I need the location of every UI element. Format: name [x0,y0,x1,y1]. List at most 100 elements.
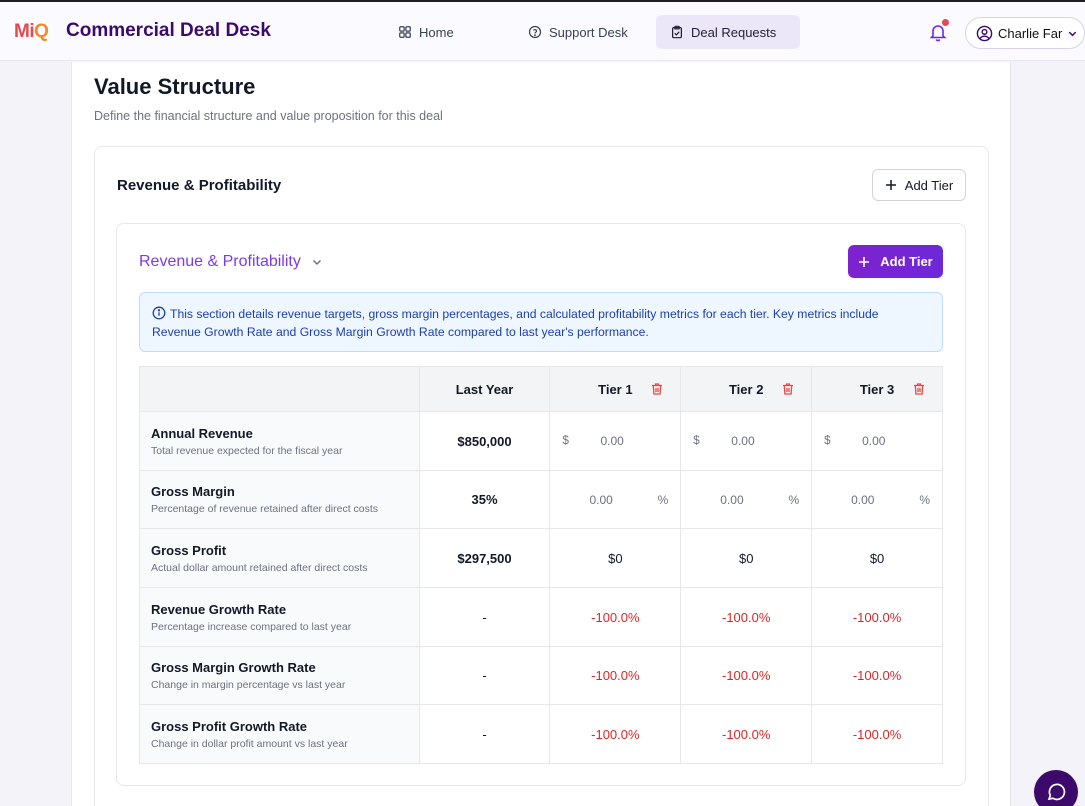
header-tier-3: Tier 3 [811,366,943,412]
row-description: Actual dollar amount retained after dire… [151,561,368,574]
nav-home[interactable]: Home [384,15,468,49]
trash-icon[interactable] [650,382,664,396]
input-value: 0.00 [731,434,755,448]
user-circle-icon [976,25,993,41]
tier-3-value: $0 [811,528,943,588]
header-tier-2-label: Tier 2 [728,381,764,397]
user-menu-button[interactable]: Charlie Far [965,17,1085,49]
last-year-value: - [418,587,551,647]
nav-support-desk[interactable]: Support Desk [514,15,642,49]
percent-symbol: % [788,492,800,507]
table-row-gross-margin: Gross Margin Percentage of revenue retain… [139,470,943,529]
top-bar: MiQ Commercial Deal Desk Home Support De… [0,0,1085,61]
grid-icon [399,26,411,38]
table-row-annual-revenue: Annual Revenue Total revenue expected for… [139,411,943,471]
header-blank [139,366,420,412]
chevron-down-icon [1069,31,1077,36]
table-row-profit-growth: Gross Profit Growth Rate Change in dollar… [139,704,943,764]
row-description: Change in margin percentage vs last year [151,679,346,691]
app-title: Commercial Deal Desk [66,20,271,41]
input-value: 0.00 [589,492,613,507]
tier-2-value: -100.0% [680,587,813,647]
nav-deal-requests-label: Deal Requests [691,24,777,40]
row-title: Gross Profit Growth Rate [151,718,308,734]
table-header-row: Last Year Tier 1 Tier 2 Tier 3 [139,366,943,412]
row-title: Annual Revenue [151,425,253,441]
table-row-margin-growth: Gross Margin Growth Rate Change in margin… [139,646,943,705]
page-subtitle: Define the financial structure and value… [94,109,443,123]
chat-bubble-icon [1047,783,1066,801]
input-value: 0.00 [600,434,624,448]
value-table: Last Year Tier 1 Tier 2 Tier 3 Annual Re… [139,366,943,764]
row-title: Revenue Growth Rate [151,601,287,617]
row-title: Gross Profit [151,542,227,558]
section-title: Revenue & Profitability [117,177,282,194]
add-tier-button[interactable]: Add Tier [872,169,966,201]
header-last-year: Last Year [418,366,551,412]
miq-logo[interactable]: MiQ [14,21,49,43]
trash-icon[interactable] [781,382,795,396]
tier-1-value: -100.0% [549,704,682,764]
currency-symbol: $ [693,435,700,447]
header-last-year-label: Last Year [455,381,514,397]
table-row-revenue-growth: Revenue Growth Rate Percentage increase c… [139,587,943,647]
info-text: This section details revenue targets, gr… [152,307,879,339]
nav-support-desk-label: Support Desk [549,24,628,40]
row-description: Percentage increase compared to last yea… [151,620,352,633]
page-title: Value Structure [94,74,256,99]
plus-icon [859,256,870,267]
input-value: 0.00 [720,492,744,507]
tier-2-margin-input[interactable]: 0.00% [680,470,813,529]
tier-2-value: -100.0% [680,646,813,705]
nav-home-label: Home [419,24,454,40]
add-tier-primary-label: Add Tier [880,254,933,269]
header-tier-1: Tier 1 [549,366,682,412]
tier-1-value: -100.0% [549,587,682,647]
chat-button[interactable] [1034,770,1078,806]
tier-1-revenue-input[interactable]: $0.00 [549,411,682,471]
trash-icon[interactable] [912,382,926,396]
tier-1-margin-input[interactable]: 0.00% [549,470,682,529]
help-circle-icon [528,25,542,39]
header-tier-3-label: Tier 3 [859,381,895,397]
row-description: Change in dollar profit amount vs last y… [151,737,348,750]
row-title: Gross Margin [151,484,235,499]
last-year-value: 35% [418,470,551,529]
row-label: Annual Revenue Total revenue expected for… [139,411,420,471]
table-row-gross-profit: Gross Profit Actual dollar amount retaine… [139,528,943,588]
clipboard-icon [672,25,682,39]
tier-3-value: -100.0% [811,646,943,705]
row-description: Percentage of revenue retained after dir… [151,503,379,515]
inner-section-title: Revenue & Profitability [139,253,301,270]
percent-symbol: % [919,492,930,507]
tier-3-revenue-input[interactable]: $0.00 [811,411,943,471]
tier-3-value: -100.0% [811,704,943,764]
tier-3-value: -100.0% [811,587,943,647]
currency-symbol: $ [824,435,831,447]
row-label: Revenue Growth Rate Percentage increase c… [139,587,420,647]
add-tier-label: Add Tier [904,177,954,193]
tier-3-margin-input[interactable]: 0.00% [811,470,943,529]
info-banner: This section details revenue targets, gr… [139,292,943,352]
tier-2-value: $0 [680,528,813,588]
tier-2-revenue-input[interactable]: $0.00 [680,411,813,471]
row-label: Gross Margin Percentage of revenue retain… [139,470,420,529]
row-title: Gross Margin Growth Rate [151,660,316,675]
last-year-value: - [418,646,551,705]
tier-1-value: $0 [549,528,682,588]
chevron-down-icon [312,259,321,266]
currency-symbol: $ [562,435,569,447]
input-value: 0.00 [862,434,886,448]
tier-1-value: -100.0% [549,646,682,705]
last-year-value: $297,500 [418,528,551,588]
user-name: Charlie Far [998,25,1063,41]
logo-q: Q [34,21,49,42]
logo-mi: Mi [14,21,35,42]
nav-deal-requests[interactable]: Deal Requests [656,15,800,49]
row-label: Gross Margin Growth Rate Change in margin… [139,646,420,705]
info-icon [152,306,166,320]
inner-section-toggle[interactable]: Revenue & Profitability [139,253,323,271]
input-value: 0.00 [851,492,875,507]
row-label: Gross Profit Actual dollar amount retaine… [139,528,420,588]
add-tier-primary-button[interactable]: Add Tier [848,245,943,278]
